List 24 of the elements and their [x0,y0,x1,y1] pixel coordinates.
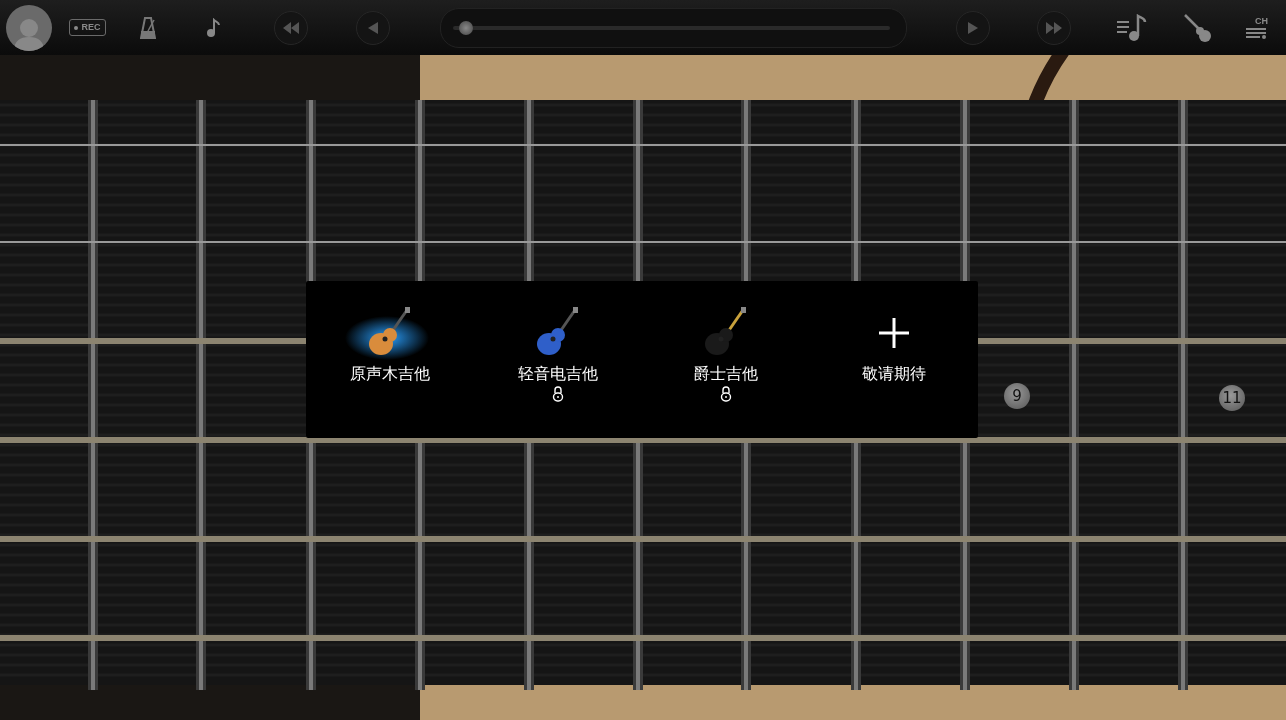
previous-button[interactable] [355,10,390,45]
slider-thumb[interactable] [458,20,473,35]
instrument-option[interactable]: 轻音电吉他 [518,364,598,385]
guitar-string[interactable] [0,437,1286,443]
music-note-icon[interactable] [205,17,220,38]
rewind-icon [282,21,299,34]
instrument-option[interactable]: 爵士吉他 [694,364,758,385]
chord-button[interactable]: CH [1246,16,1268,39]
progress-slider[interactable] [439,7,907,48]
person-icon [13,16,44,51]
fast-forward-icon [1045,21,1062,34]
plus-icon [877,316,911,350]
metronome-icon[interactable] [140,16,156,39]
rewind-button[interactable] [273,10,308,45]
record-button[interactable]: REC [69,19,106,36]
guitar-icon[interactable] [1182,12,1213,43]
play-button[interactable] [955,10,990,45]
song-list-icon[interactable] [1117,13,1147,42]
play-icon [967,21,978,34]
instrument-option[interactable]: 原声木吉他 [350,364,430,385]
dot-icon [74,25,79,30]
previous-icon [367,21,378,34]
instrument-option[interactable]: 敬请期待 [862,364,926,385]
fast-forward-button[interactable] [1036,10,1071,45]
